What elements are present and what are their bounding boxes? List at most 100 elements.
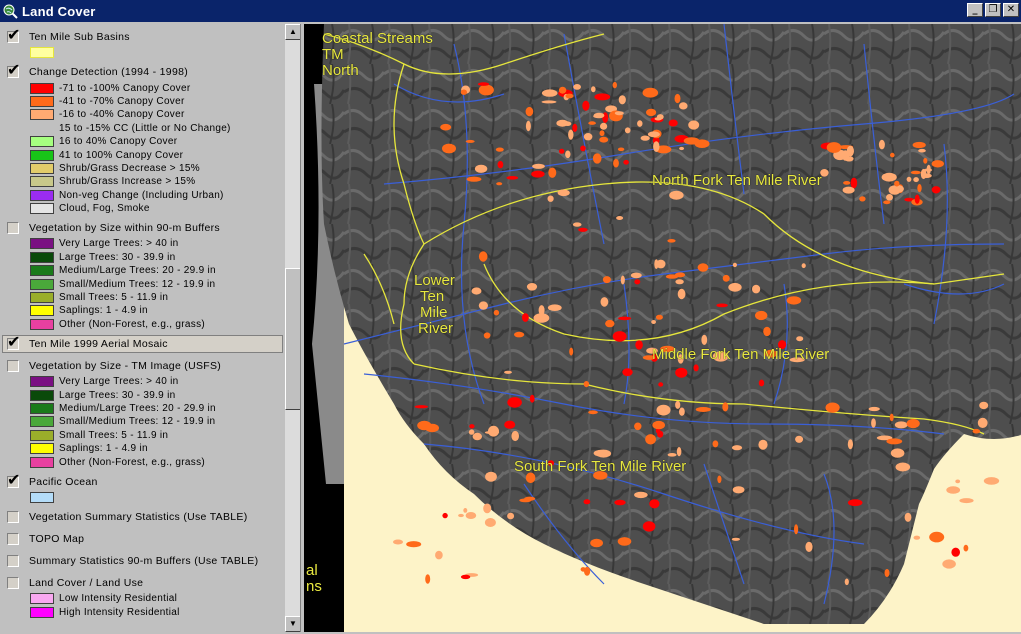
layer-name: Pacific Ocean — [29, 475, 98, 488]
restore-button[interactable]: ❐ — [985, 3, 1001, 17]
legend-item: Other (Non-Forest, e.g., grass) — [0, 318, 285, 331]
layer-visibility-checkbox[interactable] — [7, 222, 19, 235]
layer-entry[interactable]: Land Cover / Land Use — [0, 574, 285, 592]
scroll-down-button[interactable]: ▼ — [285, 616, 300, 632]
change-patch — [675, 279, 684, 285]
change-patch — [460, 89, 467, 95]
window-controls: _ ❐ ✕ — [967, 3, 1019, 17]
change-patch — [484, 518, 496, 527]
change-patch — [565, 150, 571, 159]
legend-item: -16 to -40% Canopy Cover — [0, 108, 285, 121]
change-patch — [755, 310, 768, 321]
change-patch — [614, 499, 626, 506]
layer-entry[interactable]: Summary Statistics 90-m Buffers (Use TAB… — [0, 552, 285, 570]
change-patch — [634, 422, 642, 431]
change-patch — [677, 288, 686, 300]
label-lower: Lower — [414, 272, 455, 289]
change-patch — [890, 152, 895, 158]
layer-visibility-checkbox[interactable] — [7, 26, 20, 44]
label-north-fork: North Fork Ten Mile River — [652, 172, 822, 189]
change-patch — [557, 189, 570, 197]
layer-visibility-checkbox[interactable] — [7, 61, 20, 79]
change-patch — [507, 512, 515, 520]
label-edge-al: al — [306, 562, 318, 579]
change-patch — [624, 127, 631, 134]
layer-entry[interactable]: Vegetation by Size - TM Image (USFS) — [0, 357, 285, 375]
legend-label: Saplings: 1 - 4.9 in — [59, 305, 148, 317]
change-patch — [488, 425, 499, 437]
change-patch — [442, 512, 448, 519]
change-patch — [889, 413, 894, 422]
change-patch — [425, 423, 439, 433]
layer-entry[interactable]: Pacific Ocean — [0, 471, 285, 491]
legend-label: 15 to -15% CC (Little or No Change) — [59, 122, 231, 134]
scroll-up-button[interactable]: ▲ — [285, 24, 300, 40]
layer-visibility-checkbox[interactable] — [7, 360, 19, 373]
legend-item: Non-veg Change (Including Urban) — [0, 189, 285, 202]
change-patch — [466, 176, 482, 182]
change-patch — [758, 379, 765, 387]
change-patch — [886, 438, 903, 445]
legend-label: Saplings: 1 - 4.9 in — [59, 443, 148, 455]
layer-name: Vegetation Summary Statistics (Use TABLE… — [29, 511, 248, 524]
change-patch — [588, 121, 596, 125]
change-patch — [959, 498, 974, 504]
layer-visibility-checkbox[interactable] — [7, 533, 19, 546]
legend-swatch — [30, 109, 54, 121]
change-patch — [884, 569, 890, 577]
change-patch — [825, 402, 840, 413]
change-patch — [801, 263, 806, 269]
change-patch — [913, 177, 919, 183]
change-patch — [497, 160, 504, 169]
layer-entry[interactable]: TOPO Map — [0, 530, 285, 548]
change-patch — [871, 418, 876, 428]
layer-name: Vegetation by Size - TM Image (USFS) — [29, 360, 222, 373]
change-patch — [712, 440, 719, 448]
legend-label: -16 to -40% Canopy Cover — [59, 109, 185, 121]
layer-entry[interactable]: Ten Mile 1999 Aerial Mosaic — [2, 333, 283, 354]
map-canvas[interactable] — [304, 24, 1021, 632]
layer-entry[interactable]: Vegetation by Size within 90-m Buffers — [0, 219, 285, 237]
change-patch — [472, 432, 482, 441]
change-patch — [592, 153, 602, 164]
change-patch — [532, 163, 545, 169]
change-patch — [525, 106, 534, 117]
map-view[interactable]: Coastal Streams TM North North Fork Ten … — [304, 24, 1021, 632]
legend-label: Cloud, Fog, Smoke — [59, 203, 150, 215]
change-patch — [547, 304, 562, 312]
change-patch — [931, 186, 941, 194]
change-patch — [732, 262, 737, 268]
legend-label: Low Intensity Residential — [59, 593, 178, 605]
legend-swatch — [30, 189, 54, 201]
legend-label: Small Trees: 5 - 11.9 in — [59, 292, 169, 304]
toc-scrollbar[interactable]: ▲ ▼ — [285, 24, 300, 632]
window-titlebar[interactable]: Land Cover _ ❐ ✕ — [0, 0, 1021, 22]
change-patch — [414, 405, 428, 409]
scroll-thumb[interactable] — [285, 268, 300, 410]
layer-2: Vegetation by Size within 90-m Buffers Ve… — [0, 219, 285, 331]
legend-item: -41 to -70% Canopy Cover — [0, 95, 285, 108]
close-button[interactable]: ✕ — [1003, 3, 1019, 17]
minimize-button[interactable]: _ — [967, 3, 983, 17]
label-edge-ns: ns — [306, 578, 322, 595]
layer-entry[interactable]: Vegetation Summary Statistics (Use TABLE… — [0, 508, 285, 526]
change-patch — [921, 173, 932, 178]
layer-visibility-checkbox[interactable] — [7, 511, 19, 524]
legend-label: Other (Non-Forest, e.g., grass) — [59, 318, 206, 330]
legend-label: Shrub/Grass Decrease > 15% — [59, 162, 200, 174]
layer-visibility-checkbox[interactable] — [7, 333, 20, 351]
layer-visibility-checkbox[interactable] — [7, 471, 20, 489]
layer-visibility-checkbox[interactable] — [7, 555, 19, 568]
label-south-fork: South Fork Ten Mile River — [514, 458, 687, 475]
change-patch — [895, 462, 911, 472]
layer-entry[interactable]: Change Detection (1994 - 1998) — [0, 61, 285, 81]
layer-entry[interactable]: Ten Mile Sub Basins — [0, 26, 285, 46]
legend-item: Saplings: 1 - 4.9 in — [0, 442, 285, 455]
change-patch — [522, 313, 529, 322]
change-patch — [507, 397, 522, 408]
change-patch — [525, 120, 531, 132]
change-patch — [977, 417, 988, 428]
layer-visibility-checkbox[interactable] — [7, 577, 19, 590]
legend-item: Shrub/Grass Decrease > 15% — [0, 162, 285, 175]
change-patch — [657, 430, 664, 438]
